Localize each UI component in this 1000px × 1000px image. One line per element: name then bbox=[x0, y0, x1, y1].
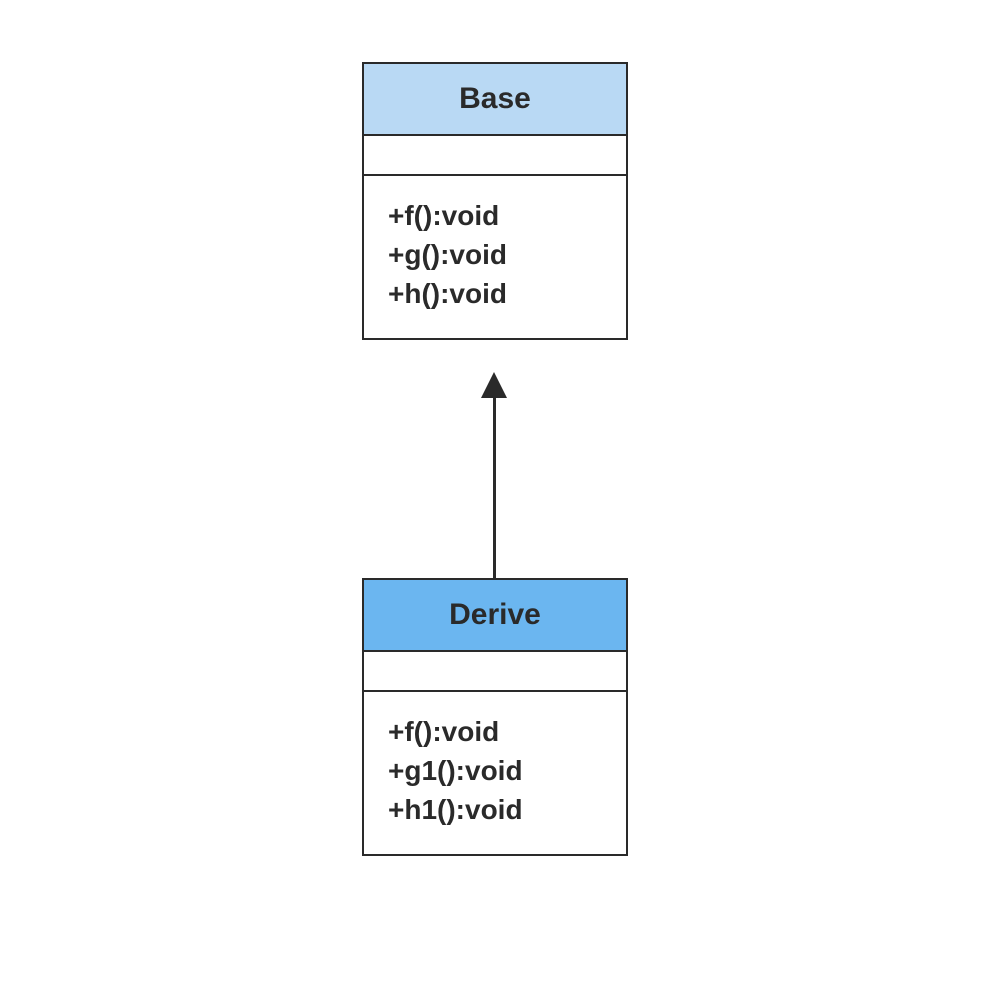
method-line: +g():void bbox=[388, 235, 602, 274]
class-attributes-derive bbox=[364, 652, 626, 692]
method-line: +f():void bbox=[388, 196, 602, 235]
method-line: +h1():void bbox=[388, 790, 602, 829]
class-name-derive: Derive bbox=[364, 580, 626, 652]
method-line: +g1():void bbox=[388, 751, 602, 790]
class-methods-base: +f():void +g():void +h():void bbox=[364, 176, 626, 338]
class-name-base: Base bbox=[364, 64, 626, 136]
arrow-line bbox=[493, 394, 496, 578]
method-line: +h():void bbox=[388, 274, 602, 313]
uml-class-derive: Derive +f():void +g1():void +h1():void bbox=[362, 578, 628, 856]
method-line: +f():void bbox=[388, 712, 602, 751]
class-methods-derive: +f():void +g1():void +h1():void bbox=[364, 692, 626, 854]
inheritance-arrow bbox=[492, 372, 498, 578]
class-attributes-base bbox=[364, 136, 626, 176]
uml-class-base: Base +f():void +g():void +h():void bbox=[362, 62, 628, 340]
